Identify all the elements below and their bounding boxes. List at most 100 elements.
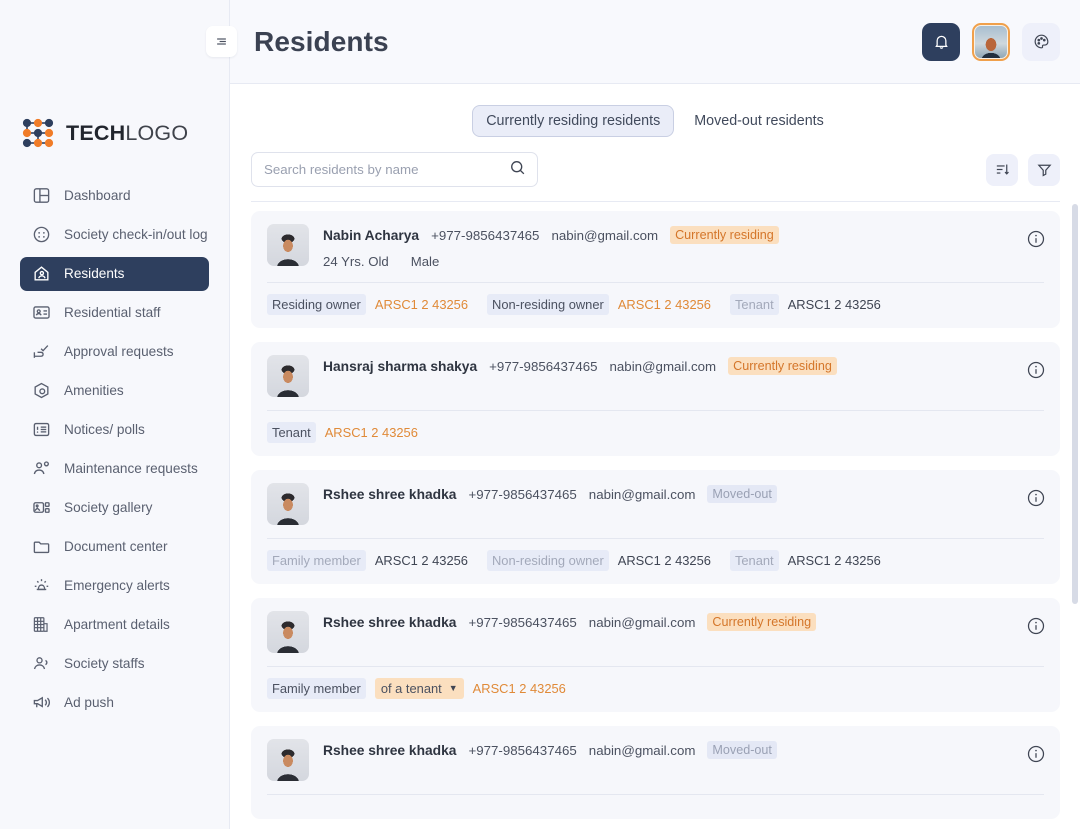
sidebar-item-label: Society staffs [64, 656, 145, 671]
resident-photo [267, 224, 309, 266]
sidebar-nav: Dashboard Society check-in/out log Resid… [0, 176, 229, 722]
resident-primary-line: Rshee shree khadka +977-9856437465 nabin… [323, 485, 1044, 503]
sidebar-item-ad-push[interactable]: Ad push [20, 686, 209, 720]
resident-phone: +977-9856437465 [431, 227, 540, 243]
resident-name: Rshee shree khadka [323, 486, 457, 502]
resident-email: nabin@gmail.com [588, 742, 696, 758]
search-box[interactable] [251, 152, 538, 187]
resident-identity: Hansraj sharma shakya +977-9856437465 na… [323, 355, 1044, 375]
brand-logo[interactable]: TECHLOGO [0, 110, 229, 156]
tab-currently-residing[interactable]: Currently residing residents [472, 105, 675, 137]
unit-role: Family member [267, 678, 366, 699]
resident-phone: +977-9856437465 [468, 486, 577, 502]
unit-role: Tenant [729, 294, 779, 315]
sidebar-item-label: Society check-in/out log [64, 227, 208, 242]
chevron-down-icon: ▼ [448, 683, 458, 693]
sidebar-item-approval-requests[interactable]: Approval requests [20, 335, 209, 369]
resident-units: Residing owner ARSC1 2 43256 Non-residin… [267, 282, 1044, 328]
resident-card[interactable]: Nabin Acharya +977-9856437465 nabin@gmai… [251, 211, 1060, 328]
sidebar-item-society-gallery[interactable]: Society gallery [20, 491, 209, 525]
filter-icon[interactable] [1028, 153, 1060, 186]
sidebar-item-society-staffs[interactable]: Society staffs [20, 647, 209, 681]
hamburger-icon[interactable] [206, 26, 237, 57]
avatar[interactable] [972, 22, 1010, 61]
unit-role: Residing owner [267, 294, 366, 315]
search-icon[interactable] [508, 158, 527, 182]
unit-code: ARSC1 2 43256 [787, 297, 881, 312]
vertical-scrollbar[interactable] [1072, 204, 1078, 604]
sidebar: TECHLOGO Dashboard Society check-in/out … [0, 0, 230, 829]
sidebar-item-label: Amenities [64, 383, 124, 398]
sidebar-item-residents[interactable]: Residents [20, 256, 209, 291]
sidebar-item-label: Ad push [64, 695, 114, 710]
unit-code: ARSC1 2 43256 [472, 681, 566, 696]
sort-icon[interactable] [986, 153, 1018, 186]
info-icon[interactable] [1026, 744, 1046, 764]
unit-role: Non-residing owner [486, 550, 609, 571]
top-bar: Residents [206, 0, 1080, 84]
info-icon[interactable] [1026, 360, 1046, 380]
dashboard-icon [32, 186, 51, 205]
resident-name: Rshee shree khadka [323, 742, 457, 758]
residents-list: Nabin Acharya +977-9856437465 nabin@gmai… [251, 201, 1060, 819]
relation-dropdown-value: of a tenant [380, 681, 442, 696]
unit-role: Non-residing owner [487, 294, 609, 315]
sidebar-item-society-checkin-log[interactable]: Society check-in/out log [20, 218, 209, 252]
info-icon[interactable] [1026, 229, 1046, 249]
gallery-icon [32, 498, 51, 517]
sidebar-item-apartment-details[interactable]: Apartment details [20, 608, 209, 642]
search-input[interactable] [264, 162, 508, 177]
resident-card[interactable]: Rshee shree khadka +977-9856437465 nabin… [251, 726, 1060, 819]
sidebar-item-document-center[interactable]: Document center [20, 530, 209, 564]
sidebar-item-label: Notices/ polls [64, 422, 145, 437]
unit-role: Family member [267, 550, 366, 571]
sidebar-item-maintenance-requests[interactable]: Maintenance requests [20, 452, 209, 486]
unit-role: Tenant [729, 550, 779, 571]
sidebar-item-residential-staff[interactable]: Residential staff [20, 296, 209, 330]
sidebar-item-label: Emergency alerts [64, 578, 170, 593]
resident-card[interactable]: Hansraj sharma shakya +977-9856437465 na… [251, 342, 1060, 456]
sidebar-item-label: Document center [64, 539, 168, 554]
amenities-icon [32, 381, 51, 400]
resident-header: Rshee shree khadka +977-9856437465 nabin… [267, 611, 1044, 666]
resident-identity: Rshee shree khadka +977-9856437465 nabin… [323, 611, 1044, 631]
resident-email: nabin@gmail.com [588, 614, 696, 630]
avatar-image [975, 25, 1007, 58]
notices-icon [32, 420, 51, 439]
resident-email: nabin@gmail.com [588, 486, 696, 502]
sidebar-item-label: Maintenance requests [64, 461, 198, 476]
tab-moved-out[interactable]: Moved-out residents [680, 105, 838, 137]
resident-identity: Rshee shree khadka +977-9856437465 nabin… [323, 739, 1044, 759]
megaphone-icon [32, 693, 51, 712]
sidebar-item-label: Residents [64, 266, 125, 281]
notification-bell-icon[interactable] [922, 22, 960, 61]
status-badge: Currently residing [670, 226, 779, 244]
residents-icon [32, 264, 51, 283]
resident-units: Tenant ARSC1 2 43256 [267, 410, 1044, 456]
resident-name: Nabin Acharya [323, 227, 420, 243]
sidebar-item-label: Society gallery [64, 500, 153, 515]
alert-beacon-icon [32, 576, 51, 595]
brand-name-light: LOGO [125, 120, 189, 145]
unit-code: ARSC1 2 43256 [617, 297, 711, 312]
resident-photo [267, 611, 309, 653]
sidebar-item-notices-polls[interactable]: Notices/ polls [20, 413, 209, 447]
resident-identity: Nabin Acharya +977-9856437465 nabin@gmai… [323, 224, 1044, 269]
palette-icon[interactable] [1022, 22, 1060, 61]
checkin-log-icon [32, 225, 51, 244]
resident-primary-line: Rshee shree khadka +977-9856437465 nabin… [323, 741, 1044, 759]
info-icon[interactable] [1026, 488, 1046, 508]
sidebar-item-dashboard[interactable]: Dashboard [20, 179, 209, 213]
techlogo-mark-icon [20, 117, 56, 149]
content: Currently residing residents Moved-out r… [230, 84, 1080, 829]
unit-role: Tenant [267, 422, 316, 443]
sidebar-item-amenities[interactable]: Amenities [20, 374, 209, 408]
info-icon[interactable] [1026, 616, 1046, 636]
people-icon [32, 654, 51, 673]
resident-card[interactable]: Rshee shree khadka +977-9856437465 nabin… [251, 598, 1060, 712]
page-title: Residents [254, 25, 389, 57]
unit-code: ARSC1 2 43256 [324, 425, 418, 440]
sidebar-item-emergency-alerts[interactable]: Emergency alerts [20, 569, 209, 603]
resident-card[interactable]: Rshee shree khadka +977-9856437465 nabin… [251, 470, 1060, 584]
relation-dropdown[interactable]: of a tenant ▼ [374, 678, 464, 699]
